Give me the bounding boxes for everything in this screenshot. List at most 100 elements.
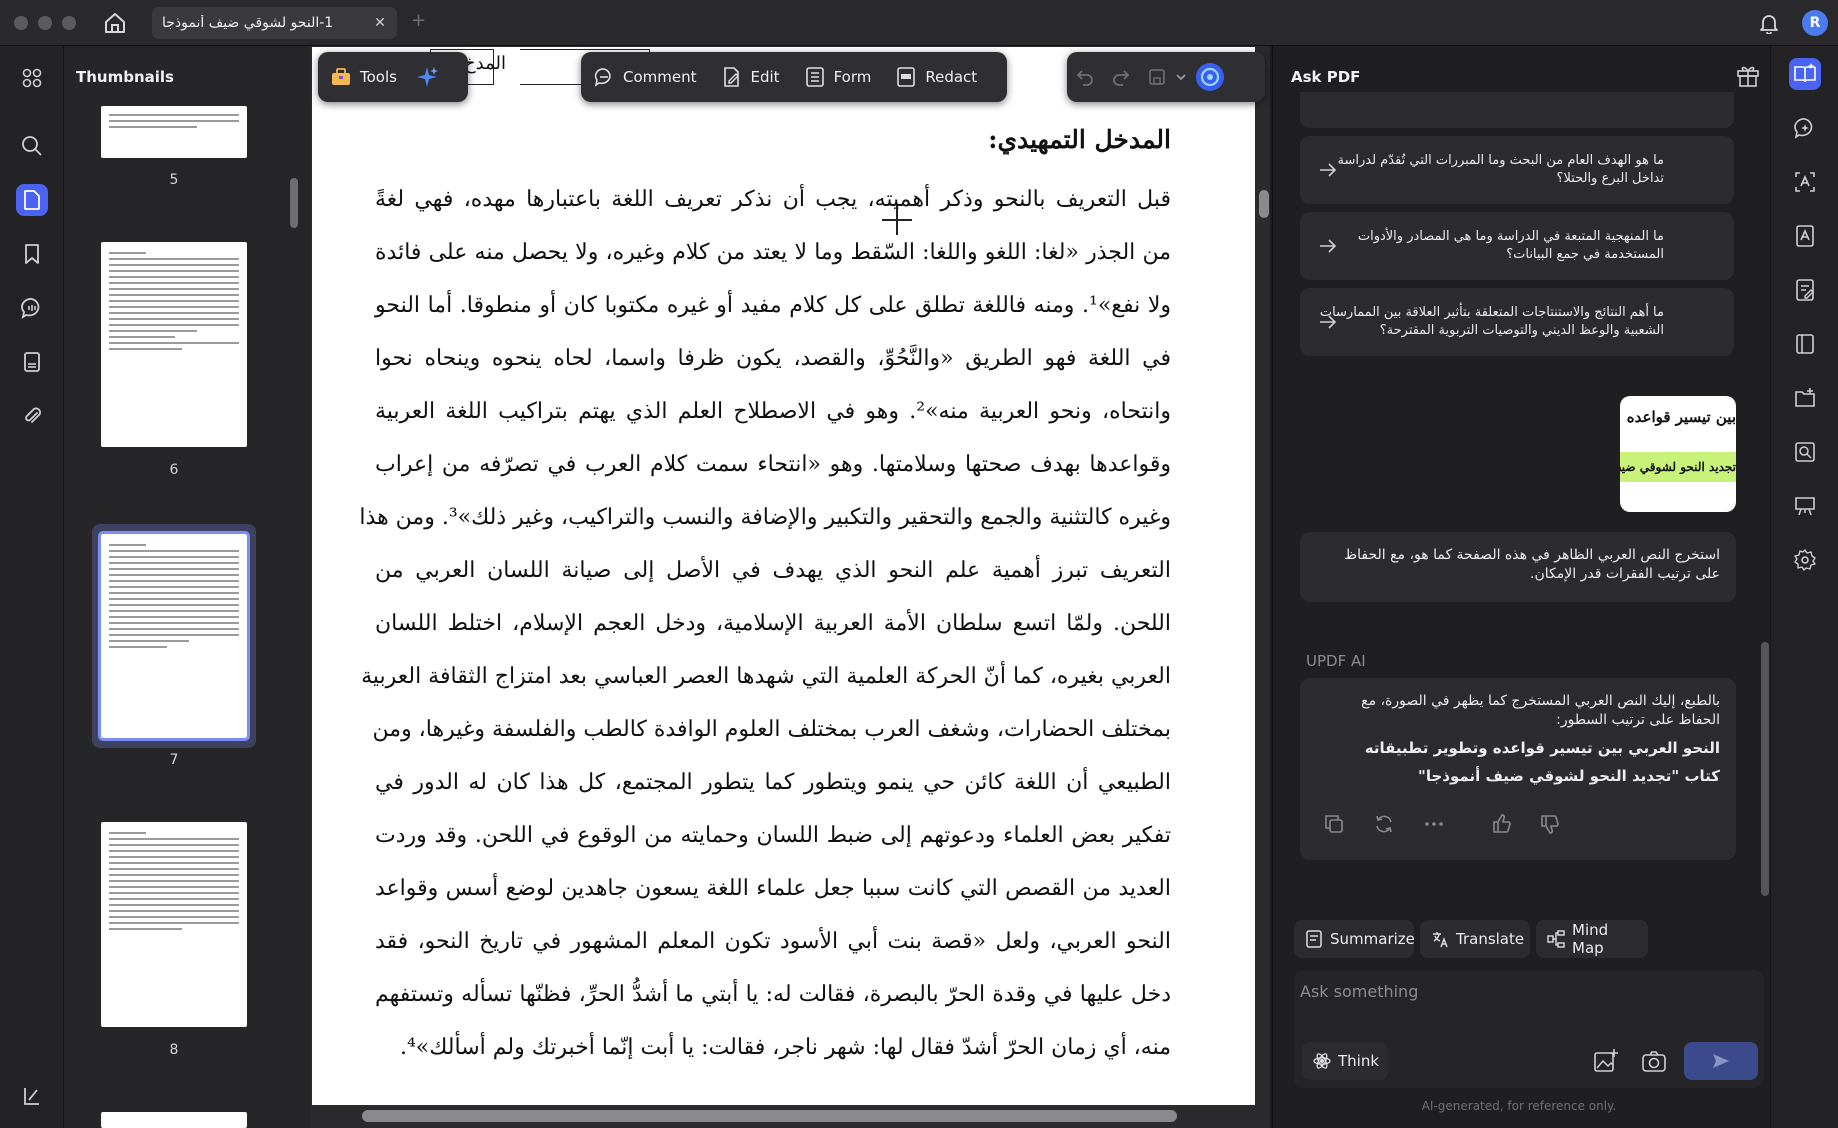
notification-bell-icon[interactable] [1758,12,1780,34]
think-icon [1312,1051,1332,1071]
add-image-icon[interactable] [1592,1047,1620,1075]
document-text-line: العديد من القصص التي كانت سببا جعل علماء… [375,876,1171,901]
previous-suggestion-card[interactable] [1300,92,1734,128]
presentation-icon[interactable] [1789,490,1821,522]
thumbnail-page-8[interactable] [101,822,247,1027]
updf-ai-icon[interactable] [1191,58,1229,96]
ask-pdf-book-icon[interactable] [1789,58,1821,90]
mind-map-chip[interactable]: Mind Map [1536,920,1648,958]
right-tool-rail [1770,46,1838,1128]
search-icon[interactable] [16,130,48,162]
sidebar-toggle-icon[interactable] [16,1080,48,1112]
ocr-text-icon[interactable] [1789,166,1821,198]
form-button[interactable]: Form [792,58,884,96]
redact-button[interactable]: Redact [883,58,989,96]
page-layout-icon[interactable] [1789,328,1821,360]
close-window-button[interactable] [14,16,28,30]
thumbs-down-icon[interactable] [1538,812,1564,838]
edit-document-icon[interactable] [1789,274,1821,306]
thumbnail-page-7[interactable] [98,531,250,741]
image-text-line: تجديد النحو لشوقي ضيف [1620,452,1736,482]
user-avatar[interactable]: R [1802,10,1828,36]
gift-icon[interactable] [1735,62,1761,88]
comment-button[interactable]: Comment [581,58,709,96]
screenshot-camera-icon[interactable] [1640,1047,1668,1075]
redo-button[interactable] [1103,58,1139,96]
edit-toolbar: Comment Edit Form Redact [581,52,1007,102]
suggestion-card[interactable]: ما هو الهدف العام من البحث وما المبررات … [1300,136,1734,204]
pdf-page[interactable]: المدخ المدخل التمهيدي: قبل التعريف بالنح… [312,47,1255,1105]
document-text-line: العربي بغيره، كما أنّ الحركة العلمية الت… [361,664,1171,689]
document-vertical-scrollbar[interactable] [1259,190,1269,218]
zoom-window-button[interactable] [62,16,76,30]
think-toggle-button[interactable]: Think [1302,1042,1388,1080]
save-button[interactable] [1139,58,1171,96]
suggestion-card[interactable]: ما أهم النتائج والاستنتاجات المتعلقة بتأ… [1300,288,1734,356]
ai-response-line: كتاب "تجديد النحو لشوقي ضيف أنموذجا" [1418,767,1720,785]
folder-add-icon[interactable] [1789,382,1821,414]
more-options-icon[interactable] [1422,812,1448,838]
user-message: استخرج النص العربي الظاهر في هذه الصفحة … [1300,532,1736,602]
document-heading: المدخل التمهيدي: [988,125,1171,154]
undo-button[interactable] [1067,58,1103,96]
ask-input[interactable] [1300,976,1740,1006]
ask-pdf-scrollbar[interactable] [1761,642,1769,896]
ai-response-line: النحو العربي بين تيسير قواعده وتطوير تطب… [1364,739,1720,757]
ai-sender-label: UPDF AI [1306,652,1366,670]
thumbnail-page-number: 7 [169,752,179,768]
document-text-line: وقواعدها بهدف صحتها وسلامتها. وهو «انتحا… [375,452,1171,477]
summarize-label: Summarize [1330,930,1415,948]
ai-sparkle-button[interactable] [409,58,445,96]
suggestion-text: ما المنهجية المتبعة في الدراسة وما هي ال… [1357,229,1664,262]
edit-button[interactable]: Edit [709,58,792,96]
document-text-line: قبل التعريف بالنحو وذكر أهميته، يجب أن ن… [375,187,1171,212]
tab-title: 1-النحو لشوقي ضيف أنموذجا [162,15,334,31]
tools-label: Tools [360,68,397,86]
thumbnail-page-6[interactable] [101,242,247,447]
page-header-text: المدخ [464,53,506,74]
toolbox-icon [330,66,352,88]
suggestion-card[interactable]: ما المنهجية المتبعة في الدراسة وما هي ال… [1300,212,1734,280]
search-document-icon[interactable] [1789,436,1821,468]
thumbs-up-icon[interactable] [1490,812,1516,838]
document-text-line: دخل عليها في وقدة الحرّ بالبصرة، فقالت ل… [375,982,1171,1007]
recognize-text-icon[interactable] [1789,220,1821,252]
paperclip-icon[interactable] [16,400,48,432]
new-tab-button[interactable]: + [411,10,426,31]
apps-grid-icon[interactable] [16,62,48,94]
arrow-right-icon [1318,312,1338,332]
translate-label: Translate [1456,930,1525,948]
uploaded-image-thumbnail[interactable]: بين تيسير قواعده تجديد النحو لشوقي ضيف [1620,396,1736,512]
tab-close-icon[interactable]: ✕ [373,15,387,31]
send-button[interactable] [1684,1042,1758,1080]
comment-icon [593,66,615,88]
tools-button[interactable]: Tools [318,58,409,96]
document-attachment-icon[interactable] [16,346,48,378]
copy-icon[interactable] [1322,812,1348,838]
mind-map-label: Mind Map [1572,921,1609,957]
home-icon[interactable] [102,10,128,36]
document-text-line: اللحن. ولمّا اتسع سلطان الأمة العربية ال… [375,611,1171,636]
document-text-line: وانتحاه، ونحو العربية منه»². وهو في الاص… [375,399,1171,424]
save-options-chevron-down-icon[interactable] [1171,58,1191,96]
thumbnails-title: Thumbnails [76,68,174,86]
regenerate-icon[interactable] [1372,812,1398,838]
suggestion-text: ما هو الهدف العام من البحث وما المبررات … [1337,153,1665,186]
document-text-line: ولا نفع»¹. ومنه فاللغة تطلق على كل كلام … [375,293,1171,318]
thumbnails-scrollbar[interactable] [290,178,298,228]
document-tab[interactable]: 1-النحو لشوقي ضيف أنموذجا ✕ [152,7,397,39]
image-text-line: بين تيسير قواعده [1620,408,1736,442]
translate-chip[interactable]: Translate [1420,920,1530,958]
minimize-window-button[interactable] [38,16,52,30]
thumbnail-page-9[interactable] [101,1112,247,1128]
ai-disclaimer: AI-generated, for reference only. [1421,1099,1617,1113]
bookmark-icon[interactable] [16,238,48,270]
document-horizontal-scrollbar[interactable] [362,1110,1177,1122]
comments-icon[interactable] [16,292,48,324]
thumbnails-page-icon[interactable] [16,184,48,216]
ai-chat-icon[interactable] [1789,112,1821,144]
summarize-chip[interactable]: Summarize [1294,920,1415,958]
settings-gear-icon[interactable] [1789,544,1821,576]
document-text-line: الطبيعي أن اللغة كائن حي ينمو ويتطور كما… [375,770,1171,795]
thumbnail-page-5[interactable] [101,106,247,158]
